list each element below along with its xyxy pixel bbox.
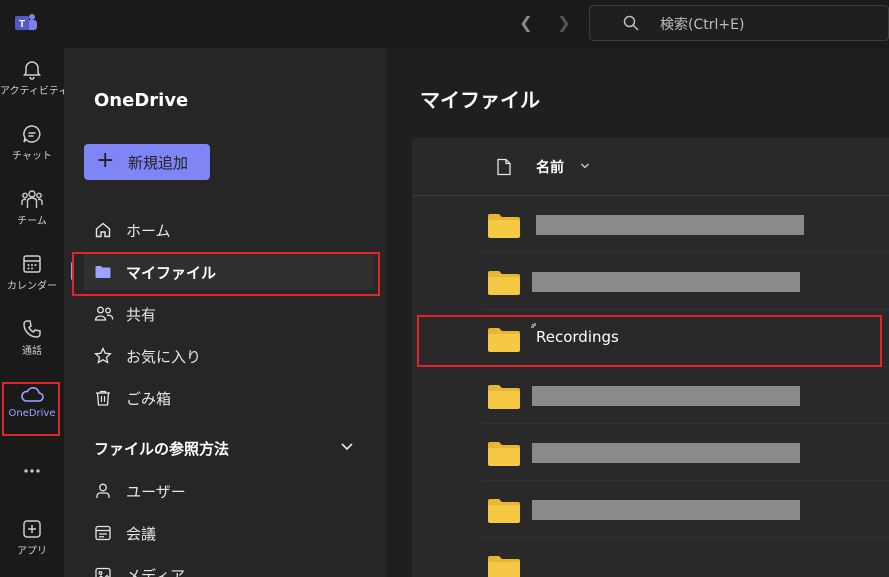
svg-text:T: T <box>19 19 25 30</box>
highlight-box-recordings <box>417 315 882 367</box>
search-placeholder: 検索(Ctrl+E) <box>660 17 745 33</box>
plus-icon: + <box>96 148 115 173</box>
calendar-icon <box>23 255 41 273</box>
folder-icon <box>488 499 520 523</box>
sidebar-item-media[interactable]: メディア <box>84 557 374 577</box>
sidebar-item-recycle-bin[interactable]: ごみ箱 <box>84 380 374 416</box>
sidebar-item-favorites[interactable]: お気に入り <box>84 338 374 374</box>
person-icon <box>96 483 110 498</box>
sidebar-item-label: ホーム <box>126 222 171 240</box>
list-header: 名前 <box>412 138 889 196</box>
folder-icon <box>488 271 520 295</box>
rail-label: アプリ <box>17 546 47 557</box>
folder-icon <box>488 385 520 409</box>
folder-icon <box>488 442 520 466</box>
add-new-button[interactable]: + 新規追加 <box>84 144 210 180</box>
chevron-down-icon[interactable] <box>340 442 354 452</box>
rail-item-apps[interactable]: アプリ <box>0 508 64 570</box>
rail-item-teams[interactable]: チーム <box>0 178 64 240</box>
sidebar-item-label: ユーザー <box>126 483 186 501</box>
sidebar-item-label: お気に入り <box>126 348 202 366</box>
rail-item-calls[interactable]: 通話 <box>0 308 64 370</box>
file-row[interactable] <box>482 253 889 310</box>
sidebar-item-label: 共有 <box>126 306 157 324</box>
title-bar: T ❮ ❯ 検索(Ctrl+E) <box>0 0 889 48</box>
redacted-name <box>532 443 800 463</box>
more-icon <box>24 469 40 473</box>
redacted-name <box>532 386 800 406</box>
search-icon <box>623 15 639 31</box>
onedrive-sidebar: OneDrive + 新規追加 ホーム マイファイル 共有 お気に入り ごみ箱 … <box>64 48 386 577</box>
rail-label: チャット <box>12 151 52 162</box>
rail-item-calendar[interactable]: カレンダー <box>0 243 64 305</box>
sidebar-item-people[interactable]: ユーザー <box>84 473 374 509</box>
rail-item-chat[interactable]: チャット <box>0 113 64 175</box>
file-type-icon[interactable] <box>496 158 512 176</box>
main-content: マイファイル 名前 Recordings <box>386 48 889 577</box>
highlight-box-onedrive <box>2 382 60 436</box>
file-row[interactable] <box>482 367 889 424</box>
sidebar-item-label: 会議 <box>126 525 157 543</box>
rail-label: チーム <box>17 216 47 227</box>
column-header-name[interactable]: 名前 <box>536 157 564 177</box>
people-icon <box>94 306 114 321</box>
highlight-box-my-files <box>72 252 380 296</box>
rail-item-activity[interactable]: アクティビティ <box>0 48 69 110</box>
rail-label: カレンダー <box>7 281 57 292</box>
sort-chevron-icon[interactable] <box>580 162 590 170</box>
sidebar-item-label: ごみ箱 <box>126 390 172 408</box>
teams-logo-icon[interactable]: T <box>14 11 38 35</box>
forward-arrow-icon[interactable]: ❯ <box>552 12 576 36</box>
bell-icon <box>23 61 41 80</box>
file-row[interactable] <box>482 481 889 538</box>
media-icon <box>95 567 111 577</box>
home-icon <box>95 222 111 238</box>
app-rail: アクティビティ チャット チーム カレンダー 通話 OneDrive アプリ <box>0 48 69 577</box>
rail-item-more[interactable] <box>0 450 64 494</box>
apps-icon <box>23 520 41 538</box>
folder-icon <box>488 556 520 577</box>
chat-icon <box>23 125 41 143</box>
sidebar-item-shared[interactable]: 共有 <box>84 296 374 332</box>
file-row[interactable] <box>482 424 889 481</box>
sidebar-item-home[interactable]: ホーム <box>84 212 374 248</box>
file-row[interactable] <box>482 196 889 253</box>
file-row[interactable] <box>482 538 889 577</box>
redacted-name <box>532 500 800 520</box>
search-input[interactable]: 検索(Ctrl+E) <box>589 5 889 41</box>
sidebar-item-meetings[interactable]: 会議 <box>84 515 374 551</box>
teams-icon <box>21 190 43 208</box>
add-new-label: 新規追加 <box>128 154 189 172</box>
back-arrow-icon[interactable]: ❮ <box>514 12 538 36</box>
star-icon <box>94 347 112 364</box>
trash-icon <box>96 390 110 406</box>
browse-section-title[interactable]: ファイルの参照方法 <box>94 438 229 459</box>
phone-icon <box>23 320 41 338</box>
redacted-name <box>536 215 804 235</box>
redacted-name <box>532 272 800 292</box>
meeting-icon <box>95 525 111 541</box>
rail-label: アクティビティ <box>0 86 69 97</box>
sidebar-title: OneDrive <box>94 90 189 111</box>
page-title: マイファイル <box>420 88 540 112</box>
folder-icon <box>488 214 520 238</box>
sidebar-item-label: メディア <box>126 567 185 577</box>
rail-label: 通話 <box>22 346 42 357</box>
